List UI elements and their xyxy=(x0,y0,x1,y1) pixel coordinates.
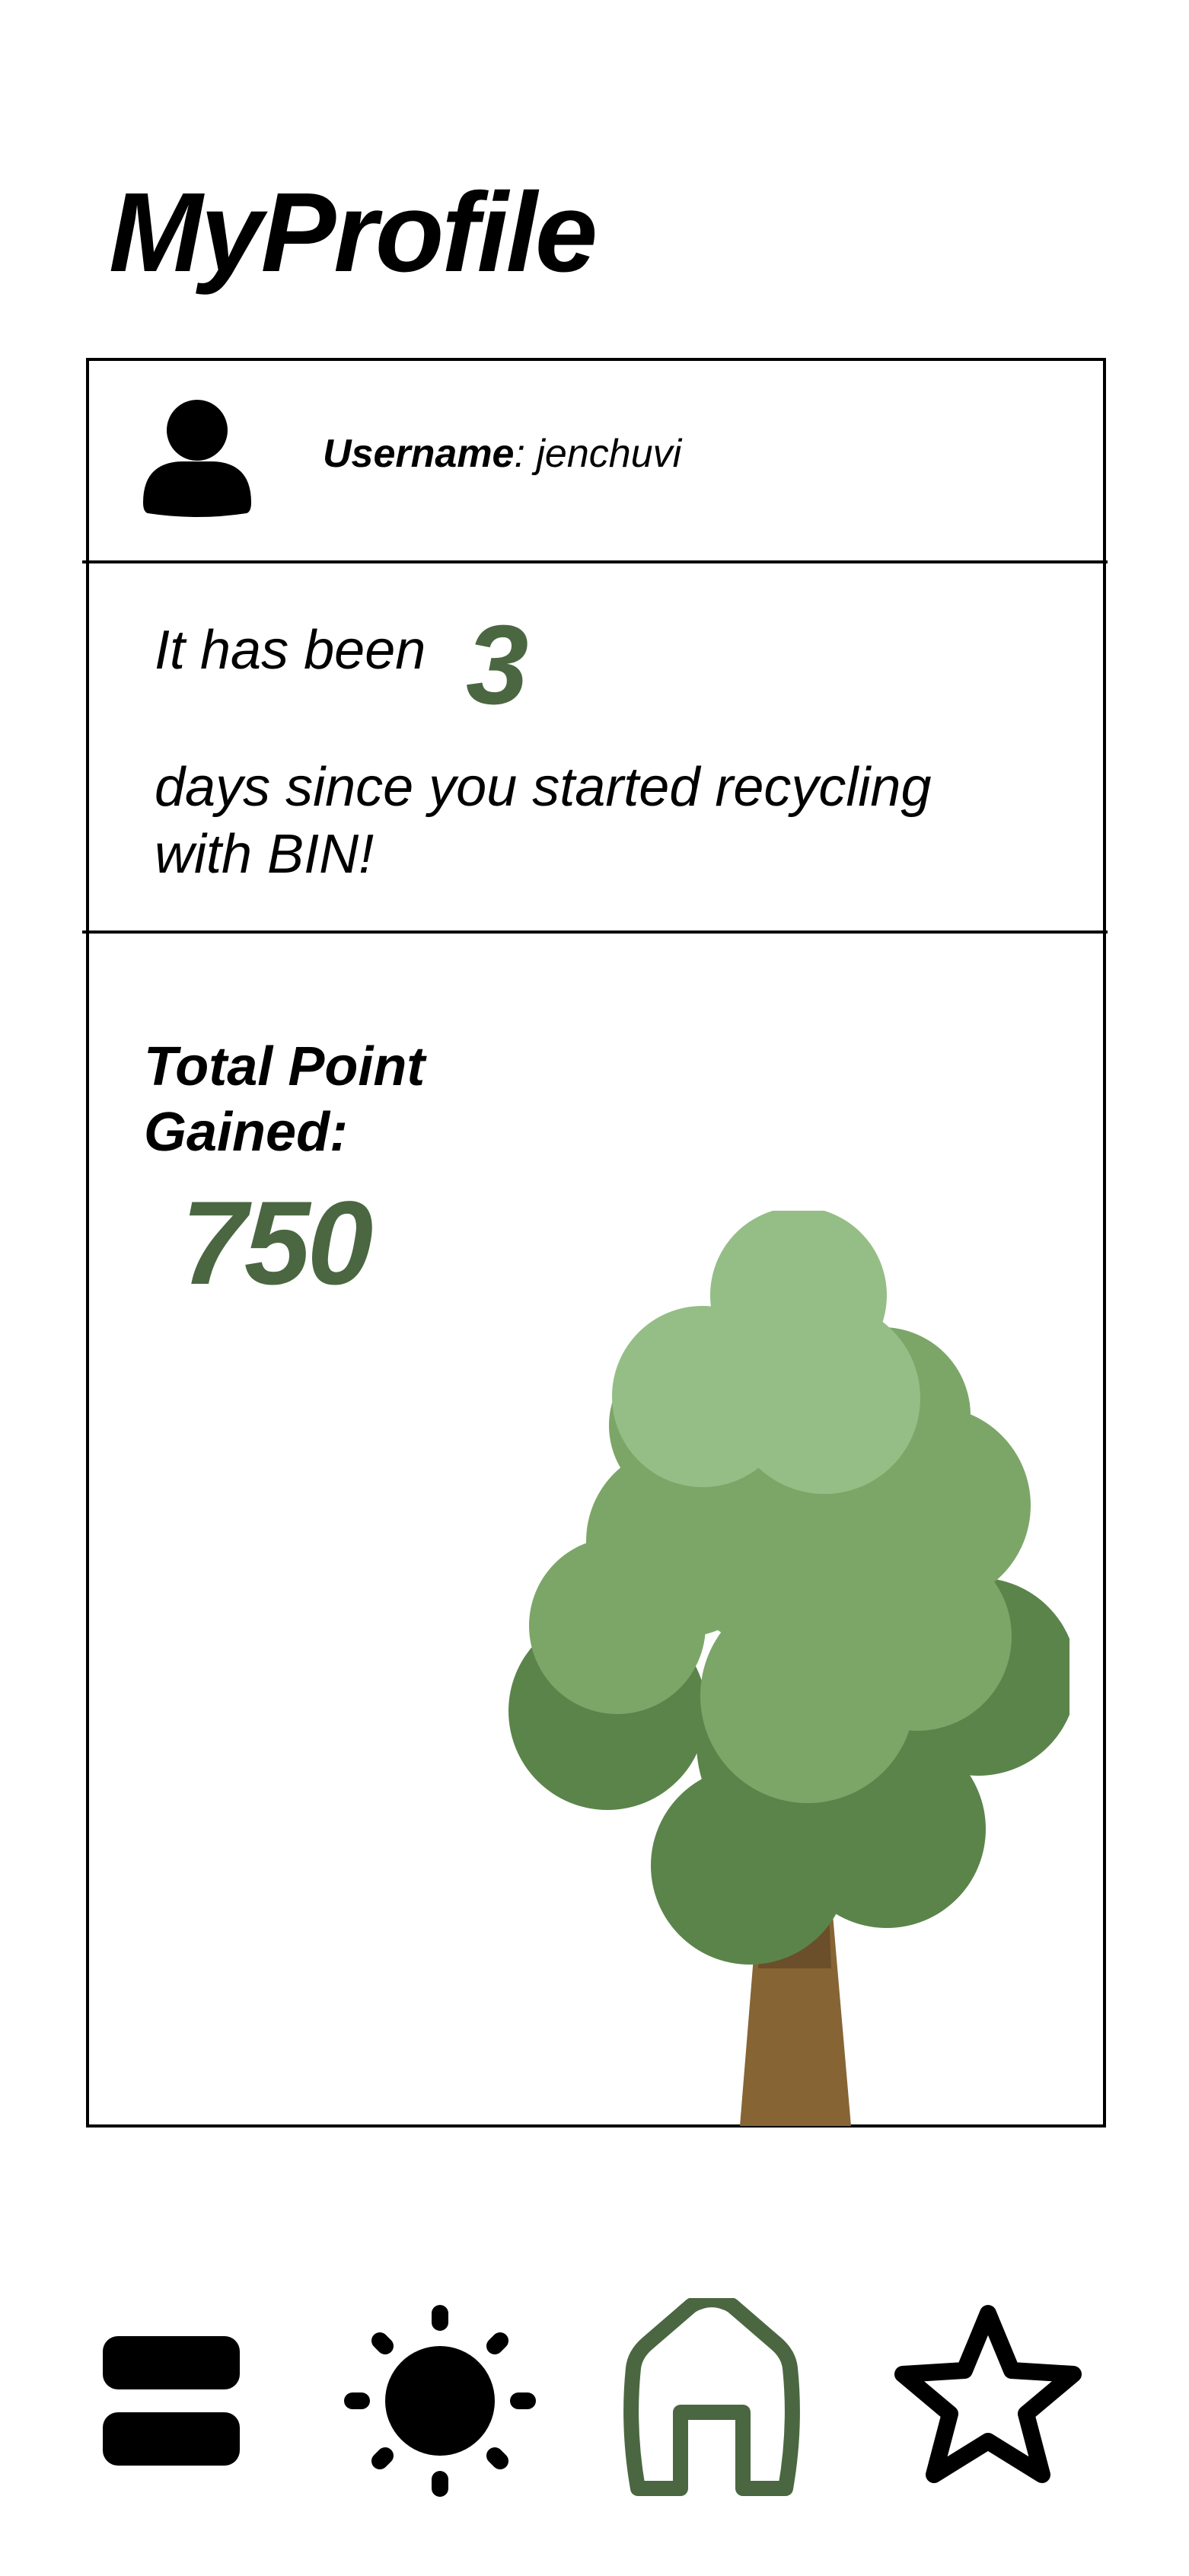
section-divider xyxy=(82,930,1108,934)
home-icon[interactable] xyxy=(609,2298,814,2504)
star-icon[interactable] xyxy=(885,2298,1091,2504)
tree-illustration xyxy=(499,1207,1077,2126)
page-title: MyProfile xyxy=(109,170,598,295)
username-value: jenchuvi xyxy=(536,432,682,476)
points-value: 750 xyxy=(181,1177,373,1310)
section-divider xyxy=(82,560,1108,563)
days-intro-text: It has been xyxy=(155,620,426,681)
username-separator: : xyxy=(514,432,537,476)
menu-icon[interactable] xyxy=(72,2298,278,2504)
days-count: 3 xyxy=(466,602,529,728)
days-description: days since you started recycling with BI… xyxy=(155,757,932,885)
avatar-icon xyxy=(140,397,254,521)
sun-icon[interactable] xyxy=(337,2298,543,2504)
tree-canopy-light xyxy=(612,1207,920,1494)
username-label: Username xyxy=(323,432,515,476)
username-row: Username: jenchuvi xyxy=(323,434,681,474)
points-label: Total Point Gained: xyxy=(144,1036,426,1163)
